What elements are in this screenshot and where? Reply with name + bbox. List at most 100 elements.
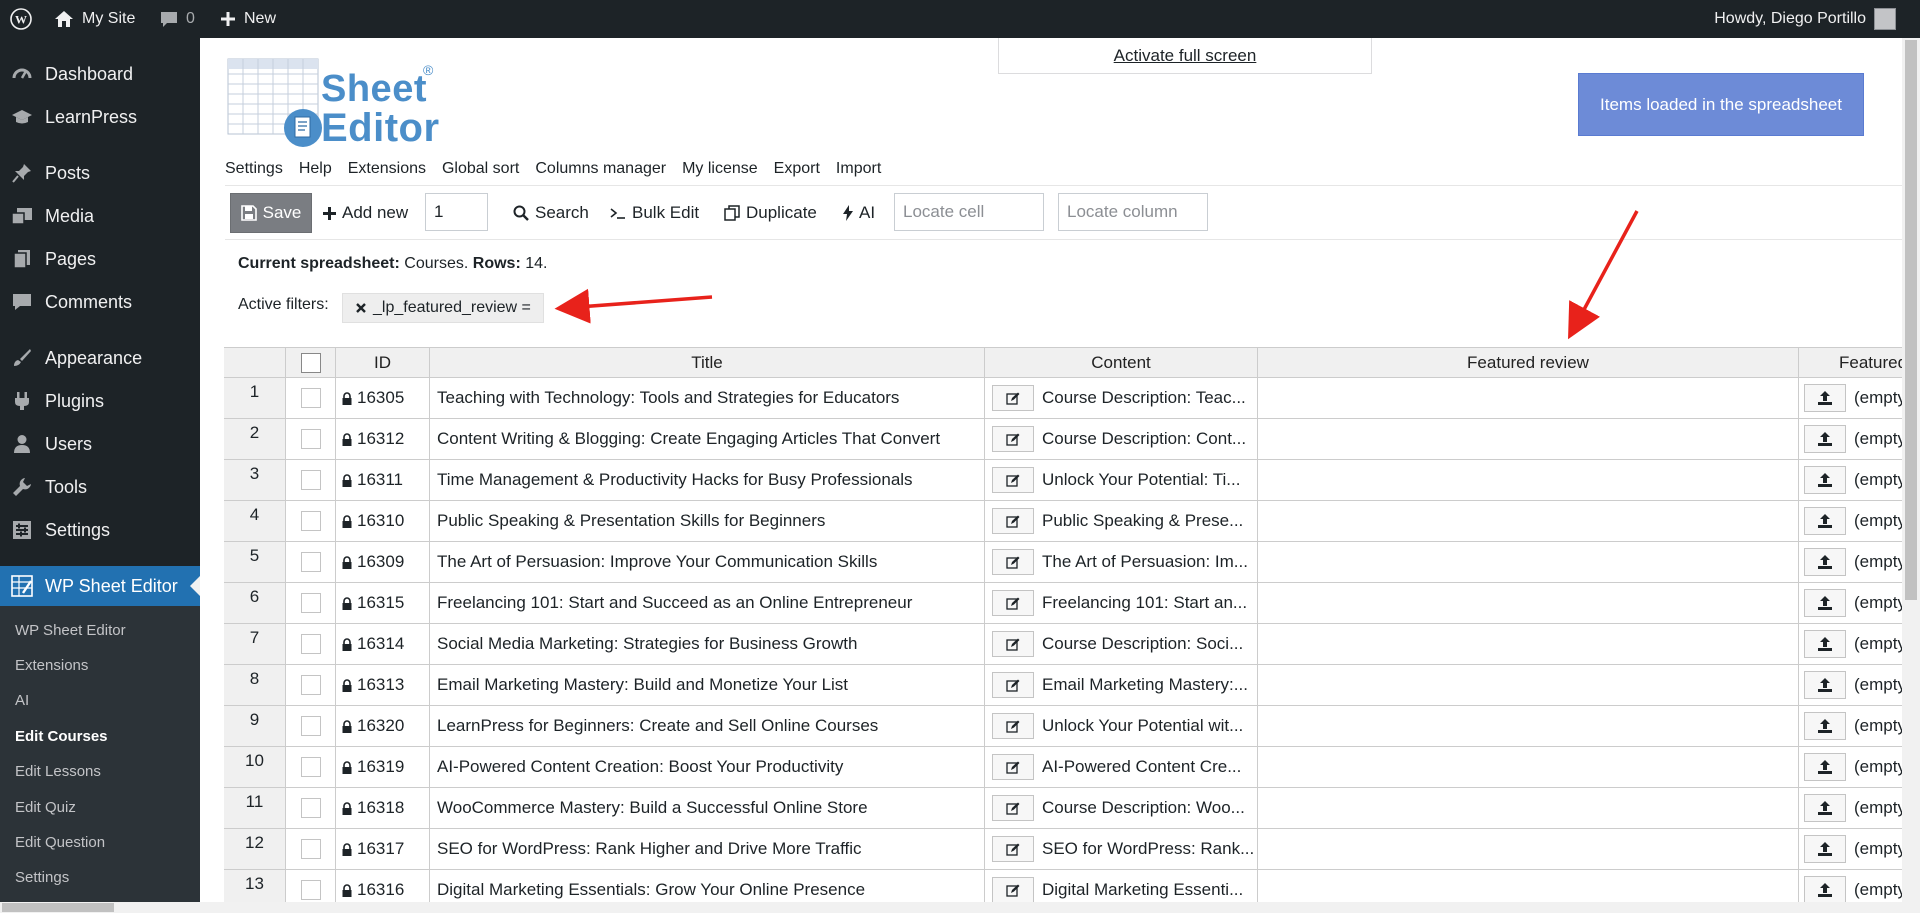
content-cell[interactable]: Freelancing 101: Start an...	[985, 583, 1258, 623]
id-cell[interactable]: 16314	[336, 624, 430, 664]
featured-cell[interactable]: (empty)	[1799, 829, 1902, 869]
id-cell[interactable]: 16309	[336, 542, 430, 582]
id-cell[interactable]: 16305	[336, 378, 430, 418]
table-row[interactable]: 3 16311 Time Management & Productivity H…	[224, 460, 1902, 501]
upload-button[interactable]	[1804, 671, 1846, 699]
row-checkbox[interactable]	[300, 757, 321, 777]
sidebar-item-media[interactable]: Media	[0, 196, 200, 236]
title-cell[interactable]: Freelancing 101: Start and Succeed as an…	[430, 583, 985, 623]
upload-button[interactable]	[1804, 794, 1846, 822]
content-cell[interactable]: Course Description: Woo...	[985, 788, 1258, 828]
featured-cell[interactable]: (empty)	[1799, 460, 1902, 500]
submenu-item-ai[interactable]: AI	[15, 692, 29, 709]
edit-content-button[interactable]	[992, 467, 1034, 493]
title-cell[interactable]: LearnPress for Beginners: Create and Sel…	[430, 706, 985, 746]
id-cell[interactable]: 16319	[336, 747, 430, 787]
submenu-item-edit-quiz[interactable]: Edit Quiz	[15, 799, 76, 816]
edit-content-button[interactable]	[992, 795, 1034, 821]
content-cell[interactable]: Unlock Your Potential: Ti...	[985, 460, 1258, 500]
upload-button[interactable]	[1804, 712, 1846, 740]
wordpress-logo-icon[interactable]: W	[10, 0, 32, 38]
submenu-item-settings[interactable]: Settings	[15, 869, 69, 886]
sidebar-item-wp-sheet-editor[interactable]: WP Sheet Editor	[0, 566, 200, 606]
featured-review-cell[interactable]	[1258, 460, 1799, 500]
edit-content-button[interactable]	[992, 426, 1034, 452]
id-cell[interactable]: 16313	[336, 665, 430, 705]
search-button[interactable]: Search	[513, 193, 589, 233]
filter-chip[interactable]: _lp_featured_review =	[342, 293, 544, 323]
upload-button[interactable]	[1804, 507, 1846, 535]
title-cell[interactable]: AI-Powered Content Creation: Boost Your …	[430, 747, 985, 787]
featured-review-cell[interactable]	[1258, 747, 1799, 787]
id-cell[interactable]: 16318	[336, 788, 430, 828]
content-cell[interactable]: Unlock Your Potential wit...	[985, 706, 1258, 746]
bulk-edit-button[interactable]: Bulk Edit	[610, 193, 699, 233]
activate-full-screen-link[interactable]: Activate full screen	[1114, 46, 1257, 66]
submenu-item-edit-courses[interactable]: Edit Courses	[15, 728, 108, 745]
submenu-item-edit-question[interactable]: Edit Question	[15, 834, 105, 851]
row-checkbox[interactable]	[300, 552, 321, 572]
horizontal-scrollbar[interactable]	[0, 902, 1902, 913]
edit-content-button[interactable]	[992, 385, 1034, 411]
title-cell[interactable]: SEO for WordPress: Rank Higher and Drive…	[430, 829, 985, 869]
sidebar-item-users[interactable]: Users	[0, 424, 200, 464]
edit-content-button[interactable]	[992, 877, 1034, 902]
column-header-content[interactable]: Content	[985, 348, 1258, 377]
column-header-id[interactable]: ID	[336, 348, 430, 377]
featured-cell[interactable]: (empty)	[1799, 501, 1902, 541]
content-cell[interactable]: Public Speaking & Prese...	[985, 501, 1258, 541]
upload-button[interactable]	[1804, 753, 1846, 781]
column-header-featured[interactable]: Featured	[1799, 348, 1902, 377]
add-new-button[interactable]: Add new	[323, 193, 408, 233]
featured-cell[interactable]: (empty)	[1799, 747, 1902, 787]
add-new-count-input[interactable]	[425, 193, 488, 231]
title-cell[interactable]: The Art of Persuasion: Improve Your Comm…	[430, 542, 985, 582]
nav-import[interactable]: Import	[836, 160, 881, 178]
title-cell[interactable]: Digital Marketing Essentials: Grow Your …	[430, 870, 985, 902]
row-checkbox[interactable]	[300, 880, 321, 900]
featured-cell[interactable]: (empty)	[1799, 378, 1902, 418]
featured-cell[interactable]: (empty)	[1799, 870, 1902, 902]
featured-review-cell[interactable]	[1258, 829, 1799, 869]
featured-cell[interactable]: (empty)	[1799, 706, 1902, 746]
edit-content-button[interactable]	[992, 549, 1034, 575]
featured-cell[interactable]: (empty)	[1799, 624, 1902, 664]
ai-button[interactable]: AI	[843, 193, 875, 233]
row-checkbox[interactable]	[300, 470, 321, 490]
featured-review-cell[interactable]	[1258, 706, 1799, 746]
upload-button[interactable]	[1804, 630, 1846, 658]
close-icon[interactable]	[355, 302, 367, 314]
nav-settings[interactable]: Settings	[225, 160, 283, 178]
id-cell[interactable]: 16311	[336, 460, 430, 500]
id-cell[interactable]: 16317	[336, 829, 430, 869]
edit-content-button[interactable]	[992, 672, 1034, 698]
content-cell[interactable]: SEO for WordPress: Rank...	[985, 829, 1258, 869]
sidebar-item-appearance[interactable]: Appearance	[0, 338, 200, 378]
nav-global-sort[interactable]: Global sort	[442, 160, 519, 178]
column-header-title[interactable]: Title	[430, 348, 985, 377]
table-row[interactable]: 9 16320 LearnPress for Beginners: Create…	[224, 706, 1902, 747]
table-row[interactable]: 11 16318 WooCommerce Mastery: Build a Su…	[224, 788, 1902, 829]
content-cell[interactable]: Course Description: Cont...	[985, 419, 1258, 459]
title-cell[interactable]: Time Management & Productivity Hacks for…	[430, 460, 985, 500]
upload-button[interactable]	[1804, 835, 1846, 863]
title-cell[interactable]: Social Media Marketing: Strategies for B…	[430, 624, 985, 664]
locate-cell-input[interactable]	[894, 193, 1044, 231]
featured-review-cell[interactable]	[1258, 624, 1799, 664]
edit-content-button[interactable]	[992, 836, 1034, 862]
featured-review-cell[interactable]	[1258, 419, 1799, 459]
upload-button[interactable]	[1804, 548, 1846, 576]
content-cell[interactable]: Course Description: Soci...	[985, 624, 1258, 664]
new-content-link[interactable]: New	[220, 0, 276, 38]
table-row[interactable]: 13 16316 Digital Marketing Essentials: G…	[224, 870, 1902, 902]
content-cell[interactable]: Digital Marketing Essenti...	[985, 870, 1258, 902]
submenu-item-edit-lessons[interactable]: Edit Lessons	[15, 763, 101, 780]
content-cell[interactable]: Email Marketing Mastery:...	[985, 665, 1258, 705]
sidebar-item-posts[interactable]: Posts	[0, 153, 200, 193]
table-row[interactable]: 10 16319 AI-Powered Content Creation: Bo…	[224, 747, 1902, 788]
title-cell[interactable]: Teaching with Technology: Tools and Stra…	[430, 378, 985, 418]
site-name-link[interactable]: My Site	[54, 0, 135, 38]
table-row[interactable]: 12 16317 SEO for WordPress: Rank Higher …	[224, 829, 1902, 870]
content-cell[interactable]: AI-Powered Content Cre...	[985, 747, 1258, 787]
featured-review-cell[interactable]	[1258, 870, 1799, 902]
